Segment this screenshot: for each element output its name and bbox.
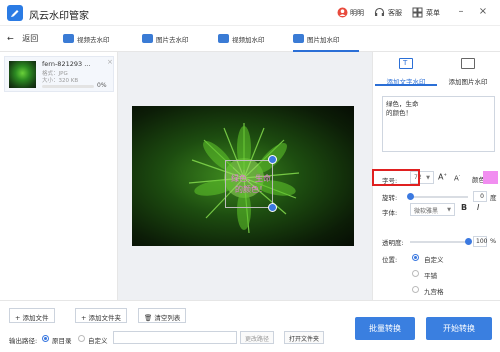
custom-dir-label: 自定义 — [88, 337, 108, 345]
plus-icon: + — [15, 314, 21, 322]
font-label: 字体: — [382, 209, 398, 217]
file-size: 大小：320 KB — [42, 78, 79, 84]
watermark-text-input[interactable]: 绿色，生命 的颜色！ — [382, 96, 495, 152]
start-convert-button[interactable]: 开始转换 — [426, 317, 492, 340]
position-option-label: 自定义 — [424, 256, 444, 264]
back-button[interactable]: ← 返回 — [7, 33, 38, 44]
add-file-button[interactable]: + 添加文件 — [9, 308, 55, 323]
image-icon — [142, 34, 153, 43]
clear-list-button[interactable]: 🗑 清空列表 — [138, 308, 187, 323]
tab-label: 视频去水印 — [77, 36, 110, 44]
watermark-box[interactable]: 绿色，生命 的颜色！ — [225, 160, 273, 208]
position-option-label: 平铺 — [424, 272, 437, 280]
rotate-unit: 度 — [490, 194, 497, 202]
rotate-handle[interactable] — [268, 155, 277, 164]
menu-label[interactable]: 菜单 — [426, 8, 440, 18]
chevron-down-icon: ▼ — [447, 207, 451, 213]
original-dir-radio[interactable] — [42, 335, 49, 342]
preview-image: 绿色，生命 的颜色！ — [132, 106, 354, 246]
tab-label: 添加图片水印 — [448, 78, 488, 86]
app-title: 风云水印管家 — [29, 11, 89, 22]
minimize-icon[interactable]: – — [455, 6, 467, 18]
opacity-value-input[interactable]: 100 — [473, 236, 487, 247]
tab-add-text-watermark[interactable]: T 添加文字水印 — [375, 54, 437, 86]
chevron-down-icon: ▼ — [426, 175, 430, 181]
bold-button[interactable]: B — [461, 203, 467, 212]
watermark-text: 绿色，生命 的颜色！ — [231, 174, 271, 194]
image-icon — [293, 34, 304, 43]
tab-label: 图片去水印 — [156, 36, 189, 44]
service-label[interactable]: 客服 — [388, 8, 402, 18]
arrow-left-icon: ← — [7, 34, 14, 43]
italic-button[interactable]: I — [477, 203, 479, 212]
add-folder-label: 添加文件夹 — [88, 314, 122, 322]
headset-icon[interactable] — [374, 7, 385, 18]
position-radio-grid[interactable] — [412, 286, 419, 293]
add-file-label: 添加文件 — [22, 314, 49, 322]
position-option-label: 九宫格 — [424, 288, 444, 296]
opacity-slider[interactable] — [410, 241, 468, 243]
color-swatch[interactable] — [483, 171, 498, 184]
opacity-label: 透明度: — [382, 239, 404, 247]
title-bar: 风云水印管家 明明 客服 菜单 – × — [0, 0, 500, 26]
rotate-slider-knob[interactable] — [407, 193, 414, 200]
member-label[interactable]: 明明 — [350, 8, 364, 18]
position-label: 位置: — [382, 256, 398, 264]
position-radio-custom[interactable] — [412, 254, 419, 261]
menu-grid-icon[interactable] — [412, 7, 423, 18]
custom-dir-radio[interactable] — [78, 335, 85, 342]
font-select[interactable]: 微软雅黑 ▼ — [410, 203, 455, 216]
font-value: 微软雅黑 — [414, 208, 439, 215]
video-icon — [218, 34, 229, 43]
add-folder-button[interactable]: + 添加文件夹 — [75, 308, 128, 323]
tab-label: 添加文字水印 — [386, 78, 426, 86]
text-icon: T — [399, 58, 413, 69]
file-thumbnail — [9, 61, 36, 88]
back-label: 返回 — [22, 34, 39, 43]
tab-image-remove-watermark[interactable]: 图片去水印 — [142, 26, 208, 52]
change-path-button[interactable]: 更改路径 — [240, 331, 275, 344]
opacity-slider-knob[interactable] — [465, 238, 472, 245]
tab-video-add-watermark[interactable]: 视频加水印 — [218, 26, 284, 52]
decrease-size-button[interactable]: A- — [454, 173, 460, 182]
file-progress-bar — [42, 85, 94, 88]
plus-icon: + — [81, 314, 87, 322]
close-icon[interactable]: × — [477, 6, 489, 18]
file-progress-label: 0% — [97, 82, 107, 89]
video-icon — [63, 34, 74, 43]
nav-bar: ← 返回 视频去水印 图片去水印 视频加水印 图片加水印 — [0, 26, 500, 52]
remove-file-icon[interactable]: × — [107, 58, 113, 66]
settings-panel: T 添加文字水印 添加图片水印 绿色，生命 的颜色！ 字体: 微软雅黑 ▼ B … — [372, 52, 500, 300]
rotate-value-input[interactable]: 0 — [473, 191, 487, 202]
original-dir-label: 原目录 — [52, 337, 72, 345]
position-radio-tile[interactable] — [412, 270, 419, 277]
tab-label: 图片加水印 — [307, 36, 340, 44]
app-logo-icon — [7, 5, 23, 21]
output-path-label: 输出路径: — [9, 337, 38, 345]
preview-canvas: 绿色，生命 的颜色！ — [118, 52, 372, 300]
tab-image-add-watermark[interactable]: 图片加水印 — [293, 26, 359, 52]
increase-size-button[interactable]: A+ — [438, 172, 447, 182]
file-list: fern-821293 ... 格式：JPG 大小：320 KB 0% × — [0, 52, 118, 300]
color-picker-highlight — [372, 169, 420, 186]
tab-label: 视频加水印 — [232, 36, 265, 44]
rotate-slider[interactable] — [410, 196, 468, 198]
open-folder-button[interactable]: 打开文件夹 — [284, 331, 325, 344]
clear-list-label: 清空列表 — [154, 314, 181, 322]
batch-convert-button[interactable]: 批量转换 — [355, 317, 415, 340]
bottom-bar: + 添加文件 + 添加文件夹 🗑 清空列表 输出路径: 原目录 自定义 更改路径… — [0, 300, 500, 352]
file-name: fern-821293 ... — [42, 60, 91, 68]
rotate-label: 旋转: — [382, 194, 398, 202]
tab-video-remove-watermark[interactable]: 视频去水印 — [63, 26, 129, 52]
image-icon — [461, 58, 475, 69]
avatar-icon[interactable] — [337, 7, 348, 18]
resize-handle[interactable] — [268, 203, 277, 212]
file-list-item[interactable]: fern-821293 ... 格式：JPG 大小：320 KB 0% × — [4, 56, 114, 92]
output-path-input[interactable] — [113, 331, 237, 344]
trash-icon: 🗑 — [144, 314, 153, 322]
opacity-unit: % — [490, 237, 497, 245]
tab-add-image-watermark[interactable]: 添加图片水印 — [437, 54, 499, 86]
